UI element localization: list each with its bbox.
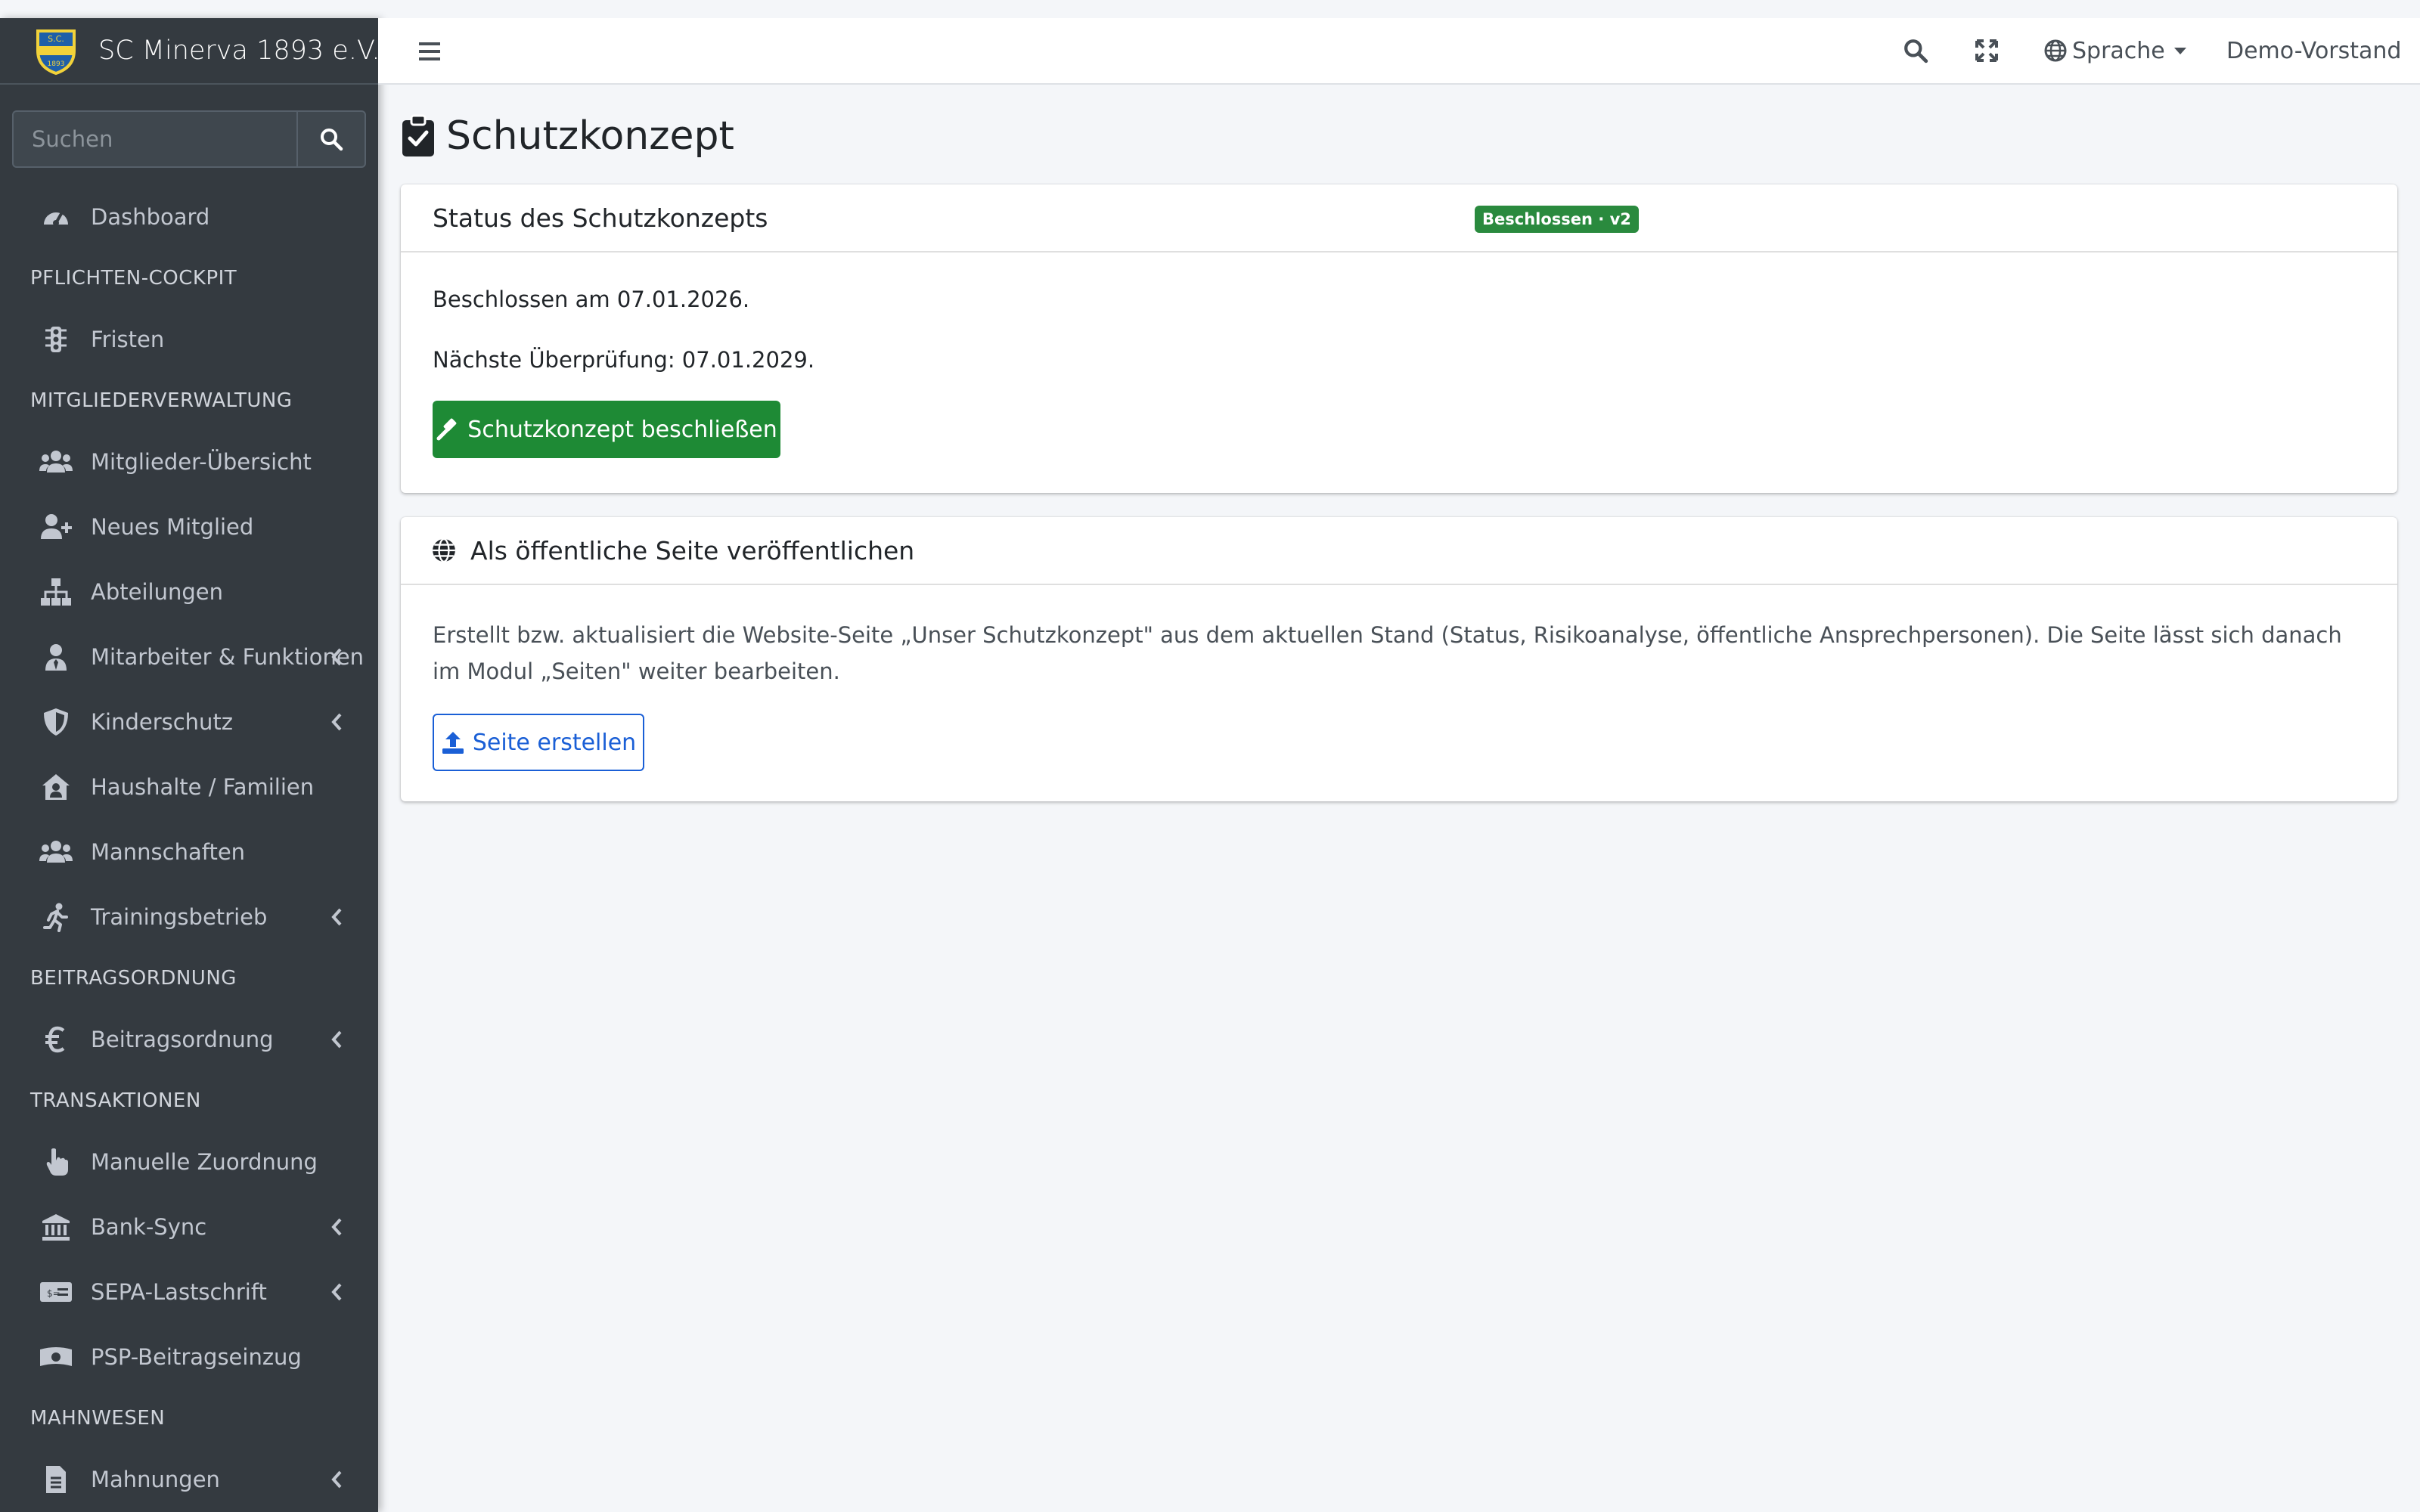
expand-arrows-icon xyxy=(1975,39,1998,62)
sidebar-item-neues-mitglied[interactable]: Neues Mitglied xyxy=(0,494,378,559)
sidebar-item-bank-sync[interactable]: Bank-Sync xyxy=(0,1194,378,1259)
decide-schutzkonzept-button[interactable]: Schutzkonzept beschließen xyxy=(433,401,780,458)
users-icon xyxy=(39,835,73,869)
window-top-strip xyxy=(0,0,2420,18)
sitemap-icon xyxy=(39,575,73,609)
status-card: Status des Schutzkonzepts Beschlossen · … xyxy=(401,184,2397,493)
sidebar-item-dashboard[interactable]: Dashboard xyxy=(0,184,378,249)
search-icon xyxy=(321,129,343,151)
language-dropdown[interactable]: Sprache xyxy=(2043,32,2186,70)
sidebar-toggle-button[interactable] xyxy=(411,33,448,70)
status-card-body: Beschlossen am 07.01.2026. Nächste Überp… xyxy=(401,253,2397,490)
running-icon xyxy=(39,900,73,934)
sidebar-item-mitglieder-uebersicht[interactable]: Mitglieder-Übersicht xyxy=(0,429,378,494)
create-page-button[interactable]: Seite erstellen xyxy=(433,714,644,771)
user-plus-icon xyxy=(39,510,73,544)
chevron-left-icon xyxy=(331,648,342,666)
chevron-left-icon xyxy=(331,1030,342,1049)
users-icon xyxy=(39,445,73,479)
sidebar-item-beitragsordnung[interactable]: Beitragsordnung xyxy=(0,1007,378,1072)
sidebar-item-manuelle-zuordnung[interactable]: Manuelle Zuordnung xyxy=(0,1129,378,1194)
user-tie-icon xyxy=(39,640,73,674)
sidebar-item-mitarbeiter[interactable]: Mitarbeiter & Funktionen xyxy=(0,624,378,689)
decide-button-label: Schutzkonzept beschließen xyxy=(467,416,777,443)
house-user-icon xyxy=(39,770,73,804)
search-icon xyxy=(1904,39,1928,64)
chevron-left-icon xyxy=(331,1470,342,1489)
sidebar-item-kinderschutz[interactable]: Kinderschutz xyxy=(0,689,378,754)
svg-text:1893: 1893 xyxy=(48,60,65,68)
status-card-title: Status des Schutzkonzepts xyxy=(433,203,768,233)
shield-icon xyxy=(39,705,73,739)
page-heading: Schutzkonzept xyxy=(401,106,734,166)
sidebar-header-transaktionen: TRANSAKTIONEN xyxy=(30,1089,201,1112)
language-label: Sprache xyxy=(2072,37,2165,64)
clipboard-check-icon xyxy=(402,114,434,156)
page-title: Schutzkonzept xyxy=(446,113,734,159)
euro-icon xyxy=(39,1023,73,1056)
svg-text:S.C.: S.C. xyxy=(48,34,64,44)
status-card-header: Status des Schutzkonzepts Beschlossen · … xyxy=(401,184,2397,253)
chevron-left-icon xyxy=(331,1218,342,1236)
brand-name: SC Minerva 1893 e.V. xyxy=(98,36,378,66)
sidebar-item-haushalte[interactable]: Haushalte / Familien xyxy=(0,754,378,820)
money-bill-icon xyxy=(39,1340,73,1374)
upload-icon xyxy=(441,730,465,754)
sidebar-item-mahnungen[interactable]: Mahnungen xyxy=(0,1447,378,1512)
club-logo-icon: S.C. 1893 xyxy=(36,29,76,76)
publish-card-header: Als öffentliche Seite veröffentlichen xyxy=(401,517,2397,585)
chevron-left-icon xyxy=(331,713,342,731)
publish-card-body: Erstellt bzw. aktualisiert die Website-S… xyxy=(401,585,2397,803)
university-icon xyxy=(39,1210,73,1244)
money-check-icon: $= xyxy=(39,1275,73,1309)
chevron-left-icon xyxy=(331,908,342,926)
sidebar-search-input[interactable] xyxy=(12,110,296,168)
status-badge: Beschlossen · v2 xyxy=(1475,206,1639,233)
sidebar-item-mannschaften[interactable]: Mannschaften xyxy=(0,820,378,885)
publish-card: Als öffentliche Seite veröffentlichen Er… xyxy=(401,517,2397,801)
sidebar-item-sepa[interactable]: $= SEPA-Lastschrift xyxy=(0,1259,378,1325)
sidebar: S.C. 1893 SC Minerva 1893 e.V. Dashboard… xyxy=(0,18,378,1512)
sidebar-search xyxy=(12,110,366,168)
file-alt-icon xyxy=(39,1463,73,1496)
sidebar-item-trainingsbetrieb[interactable]: Trainingsbetrieb xyxy=(0,885,378,950)
caret-down-icon xyxy=(2173,47,2186,54)
navbar-search-button[interactable] xyxy=(1897,32,1934,70)
tachometer-icon xyxy=(39,200,73,234)
sidebar-item-abteilungen[interactable]: Abteilungen xyxy=(0,559,378,624)
sidebar-header-mitglieder: MITGLIEDERVERWALTUNG xyxy=(30,389,293,412)
hand-pointer-icon xyxy=(39,1145,73,1179)
decided-date-text: Beschlossen am 07.01.2026. xyxy=(433,287,750,312)
gavel-icon xyxy=(436,417,460,442)
top-navbar: Sprache Demo-Vorstand xyxy=(378,18,2420,85)
globe-icon xyxy=(433,538,455,563)
user-menu[interactable]: Demo-Vorstand xyxy=(2226,32,2401,70)
globe-icon xyxy=(2044,39,2067,62)
hamburger-icon xyxy=(419,42,440,60)
sidebar-header-pflichten: PFLICHTEN-COCKPIT xyxy=(30,267,237,290)
sidebar-header-mahnwesen: MAHNWESEN xyxy=(30,1407,166,1430)
brand-link[interactable]: S.C. 1893 SC Minerva 1893 e.V. xyxy=(0,18,378,85)
sidebar-item-fristen[interactable]: Fristen xyxy=(0,307,378,372)
traffic-light-icon xyxy=(39,323,73,356)
fullscreen-button[interactable] xyxy=(1968,32,2006,70)
chevron-left-icon xyxy=(331,1283,342,1301)
publish-card-title: Als öffentliche Seite veröffentlichen xyxy=(470,535,915,565)
create-page-label: Seite erstellen xyxy=(472,729,637,756)
next-review-text: Nächste Überprüfung: 07.01.2029. xyxy=(433,347,815,373)
sidebar-header-beitrag: BEITRAGSORDNUNG xyxy=(30,967,237,990)
sidebar-search-button[interactable] xyxy=(296,110,366,168)
publish-description: Erstellt bzw. aktualisiert die Website-S… xyxy=(433,622,2342,684)
sidebar-item-psp[interactable]: PSP-Beitragseinzug xyxy=(0,1325,378,1390)
